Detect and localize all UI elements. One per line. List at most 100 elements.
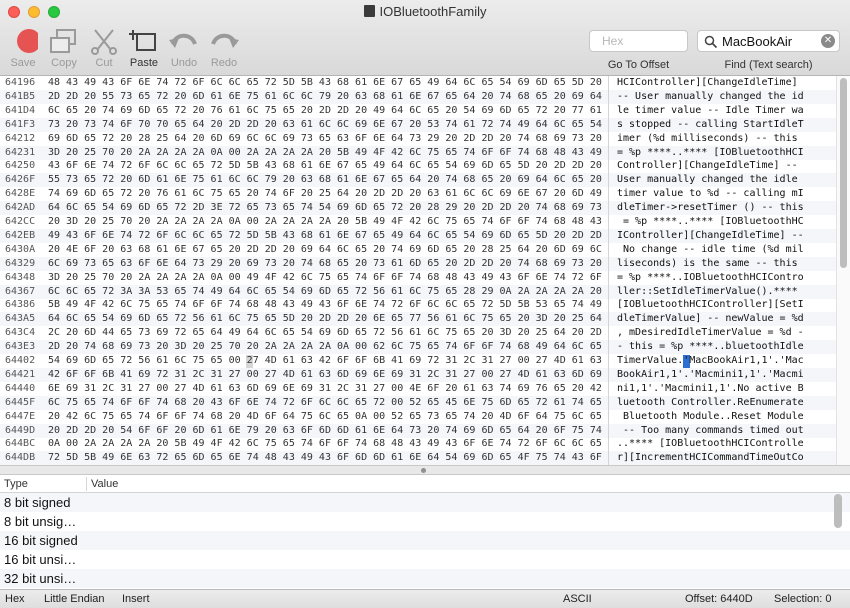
inspector-row[interactable]: 16 bit signed — [0, 531, 850, 550]
row-ascii[interactable]: ller::SetIdleTimerValue().**** — [617, 286, 804, 298]
row-bytes[interactable]: 64 6C 65 54 69 6D 65 72 56 61 6C 75 65 5… — [48, 313, 602, 325]
row-bytes[interactable]: 2D 2D 20 55 73 65 72 20 6D 61 6E 75 61 6… — [48, 91, 602, 103]
undo-button[interactable]: Undo — [164, 26, 204, 69]
hex-row[interactable]: 64421 42 6F 6F 6B 41 69 72 31 2C 31 27 00… — [0, 367, 850, 382]
hex-row[interactable]: 644BC 0A 00 2A 2A 2A 2A 20 5B 49 4F 42 6C… — [0, 437, 850, 451]
row-bytes[interactable]: 2C 20 6D 44 65 73 69 72 65 64 49 64 6C 6… — [48, 327, 602, 339]
hex-row[interactable]: 6428E 74 69 6D 65 72 20 76 61 6C 75 65 20… — [0, 187, 850, 201]
row-bytes[interactable]: 3D 20 25 70 20 2A 2A 2A 2A 0A 00 49 4F 4… — [48, 272, 602, 284]
row-ascii[interactable]: [IOBluetoothHCIController][SetI — [617, 299, 804, 311]
row-bytes[interactable]: 6C 69 73 65 63 6F 6E 64 73 29 20 69 73 2… — [48, 258, 602, 270]
hex-row[interactable]: 64329 6C 69 73 65 63 6F 6E 64 73 29 20 69… — [0, 256, 850, 271]
encoding-status[interactable]: ASCII — [563, 593, 592, 605]
hex-row[interactable]: 6449D 20 2D 2D 20 54 6F 6F 20 6D 61 6E 79… — [0, 423, 850, 438]
row-bytes[interactable]: 74 69 6D 65 72 20 76 61 6C 75 65 20 74 6… — [48, 188, 602, 200]
inspector-row[interactable]: 32 bit unsi… — [0, 569, 850, 588]
hex-row[interactable]: 64196 48 43 49 43 6F 6E 74 72 6F 6C 6C 65… — [0, 76, 850, 90]
paste-button[interactable]: Paste — [124, 26, 164, 69]
row-ascii[interactable]: TimerValue.'MacBookAir1,1'.'Mac — [617, 355, 804, 367]
row-ascii[interactable]: , mDesiredIdleTimerValue = %d - — [617, 327, 804, 339]
row-bytes[interactable]: 73 20 73 74 6F 70 70 65 64 20 2D 2D 20 6… — [48, 119, 602, 131]
hex-row[interactable]: 643A5 64 6C 65 54 69 6D 65 72 56 61 6C 75… — [0, 312, 850, 327]
row-ascii[interactable]: -- User manually changed the id — [617, 91, 804, 103]
hex-row[interactable]: 64367 6C 6C 65 72 3A 3A 53 65 74 49 64 6C… — [0, 284, 850, 299]
row-ascii[interactable]: IController][ChangeIdleTime] -- — [617, 230, 804, 242]
hex-grid[interactable]: 64196 48 43 49 43 6F 6E 74 72 6F 6C 6C 65… — [0, 76, 850, 465]
row-ascii[interactable]: = %p ****..IOBluetoothHCIContro — [617, 272, 804, 284]
hex-vertical-scrollbar[interactable] — [836, 76, 850, 465]
pane-splitter[interactable] — [0, 465, 850, 475]
row-bytes[interactable]: 20 3D 20 25 70 20 2A 2A 2A 2A 0A 00 2A 2… — [48, 216, 602, 228]
inspector-row[interactable]: 8 bit signed — [0, 493, 850, 512]
row-bytes[interactable]: 6C 75 65 74 6F 6F 74 68 20 43 6F 6E 74 7… — [48, 397, 602, 409]
cut-button[interactable]: Cut — [84, 26, 124, 69]
row-ascii[interactable]: dleTimerValue] -- newValue = %d — [617, 313, 804, 325]
row-bytes[interactable]: 55 73 65 72 20 6D 61 6E 75 61 6C 6C 79 2… — [48, 174, 602, 186]
endian-status[interactable]: Little Endian — [44, 593, 105, 605]
row-bytes[interactable]: 2D 20 74 68 69 73 20 3D 20 25 70 20 2A 2… — [48, 341, 602, 353]
row-ascii[interactable]: ni1,1'.'Macmini1,1'.No active B — [617, 383, 804, 395]
type-column-header[interactable]: Type — [4, 478, 28, 490]
line-ending-status[interactable]: Hex — [5, 593, 25, 605]
insert-mode-status[interactable]: Insert — [122, 593, 150, 605]
row-bytes[interactable]: 5B 49 4F 42 6C 75 65 74 6F 6F 74 68 48 4… — [48, 299, 602, 311]
splitter-handle[interactable] — [421, 468, 426, 473]
row-bytes[interactable]: 6E 69 31 2C 31 27 00 27 4D 61 63 6D 69 6… — [48, 383, 602, 395]
save-button[interactable]: Save — [3, 26, 43, 69]
hex-row[interactable]: 64440 6E 69 31 2C 31 27 00 27 4D 61 63 6D… — [0, 382, 850, 396]
goto-offset-input[interactable]: Hex — [589, 30, 688, 52]
row-ascii[interactable]: BookAir1,1'.'Macmini1,1'.'Macmi — [617, 369, 804, 381]
clear-search-icon[interactable]: ✕ — [821, 34, 835, 48]
row-ascii[interactable]: HCIController][ChangeIdleTime] — [617, 77, 798, 89]
row-bytes[interactable]: 54 69 6D 65 72 56 61 6C 75 65 00 27 4D 6… — [48, 355, 602, 367]
hex-row[interactable]: 641B5 2D 2D 20 55 73 65 72 20 6D 61 6E 75… — [0, 89, 850, 104]
hex-row[interactable]: 64212 69 6D 65 72 20 28 25 64 20 6D 69 6C… — [0, 132, 850, 146]
row-ascii[interactable]: r][IncrementHCICommandTimeOutCo — [617, 452, 804, 464]
row-bytes[interactable]: 0A 00 2A 2A 2A 2A 20 5B 49 4F 42 6C 75 6… — [48, 438, 602, 450]
hex-row[interactable]: 642EB 49 43 6F 6E 74 72 6F 6C 6C 65 72 5D… — [0, 228, 850, 243]
inspector-row[interactable]: 8 bit unsig… — [0, 512, 850, 531]
row-bytes[interactable]: 64 6C 65 54 69 6D 65 72 2D 3E 72 65 73 6… — [48, 202, 602, 214]
row-ascii[interactable]: s stopped -- calling StartIdleT — [617, 119, 804, 131]
inspector-row[interactable]: 16 bit unsi… — [0, 550, 850, 569]
inspector-scroll-thumb[interactable] — [834, 494, 842, 528]
row-bytes[interactable]: 6C 6C 65 72 3A 3A 53 65 74 49 64 6C 65 5… — [48, 286, 602, 298]
hex-row[interactable]: 64250 43 6F 6E 74 72 6F 6C 6C 65 72 5D 5B… — [0, 159, 850, 173]
row-ascii[interactable]: -- Too many commands timed out — [617, 425, 804, 437]
row-ascii[interactable]: ..**** [IOBluetoothHCIControlle — [617, 438, 804, 450]
row-bytes[interactable]: 69 6D 65 72 20 28 25 64 20 6D 69 6C 6C 6… — [48, 133, 602, 145]
hex-row[interactable]: 643E3 2D 20 74 68 69 73 20 3D 20 25 70 20… — [0, 340, 850, 355]
hex-row[interactable]: 64386 5B 49 4F 42 6C 75 65 74 6F 6F 74 68… — [0, 298, 850, 312]
row-bytes[interactable]: 3D 20 25 70 20 2A 2A 2A 2A 0A 00 2A 2A 2… — [48, 147, 602, 159]
row-bytes[interactable]: 6C 65 20 74 69 6D 65 72 20 76 61 6C 75 6… — [48, 105, 602, 117]
hex-row[interactable]: 643C4 2C 20 6D 44 65 73 69 72 65 64 49 64… — [0, 326, 850, 340]
row-ascii[interactable]: luetooth Controller.ReEnumerate — [617, 397, 804, 409]
row-bytes[interactable]: 42 6F 6F 6B 41 69 72 31 2C 31 27 00 27 4… — [48, 369, 602, 381]
row-bytes[interactable]: 20 42 6C 75 65 74 6F 6F 74 68 20 4D 6F 6… — [48, 411, 602, 423]
row-ascii[interactable]: No change -- idle time (%d mil — [617, 244, 804, 256]
row-bytes[interactable]: 20 4E 6F 20 63 68 61 6E 67 65 20 2D 2D 2… — [48, 244, 602, 256]
hex-row[interactable]: 64348 3D 20 25 70 20 2A 2A 2A 2A 0A 00 49… — [0, 271, 850, 285]
hex-row[interactable]: 6426F 55 73 65 72 20 6D 61 6E 75 61 6C 6C… — [0, 173, 850, 188]
row-bytes[interactable]: 43 6F 6E 74 72 6F 6C 6C 65 72 5D 5B 43 6… — [48, 160, 602, 172]
hex-scroll-thumb[interactable] — [840, 78, 847, 268]
row-ascii[interactable]: - this = %p ****..bluetoothIdle — [617, 341, 804, 353]
row-ascii[interactable]: imer (%d milliseconds) -- this — [617, 133, 804, 145]
row-bytes[interactable]: 72 5D 5B 49 6E 63 72 65 6D 65 6E 74 48 4… — [48, 452, 602, 464]
row-ascii[interactable]: liseconds) is the same -- this — [617, 258, 804, 270]
hex-row[interactable]: 6447E 20 42 6C 75 65 74 6F 6F 74 68 20 4D… — [0, 410, 850, 424]
hex-row[interactable]: 64231 3D 20 25 70 20 2A 2A 2A 2A 0A 00 2A… — [0, 145, 850, 160]
value-column-header[interactable]: Value — [91, 478, 118, 490]
row-ascii[interactable]: timer value to %d -- calling mI — [617, 188, 804, 200]
hex-row[interactable]: 644DB 72 5D 5B 49 6E 63 72 65 6D 65 6E 74… — [0, 451, 850, 465]
row-ascii[interactable]: = %p ****..**** [IOBluetoothHC — [617, 216, 804, 228]
hex-row[interactable]: 6445F 6C 75 65 74 6F 6F 74 68 20 43 6F 6E… — [0, 395, 850, 410]
search-input[interactable]: MacBookAir ✕ — [697, 30, 840, 52]
hex-row[interactable]: 642AD 64 6C 65 54 69 6D 65 72 2D 3E 72 65… — [0, 201, 850, 216]
hex-row[interactable]: 641F3 73 20 73 74 6F 70 70 65 64 20 2D 2D… — [0, 117, 850, 132]
hex-row[interactable]: 64402 54 69 6D 65 72 56 61 6C 75 65 00 27… — [0, 354, 850, 368]
hex-row[interactable]: 641D4 6C 65 20 74 69 6D 65 72 20 76 61 6C… — [0, 104, 850, 118]
row-ascii[interactable]: = %p ****..**** [IOBluetoothHCI — [617, 147, 804, 159]
hex-row[interactable]: 6430A 20 4E 6F 20 63 68 61 6E 67 65 20 2D… — [0, 243, 850, 257]
column-divider[interactable] — [86, 477, 87, 491]
